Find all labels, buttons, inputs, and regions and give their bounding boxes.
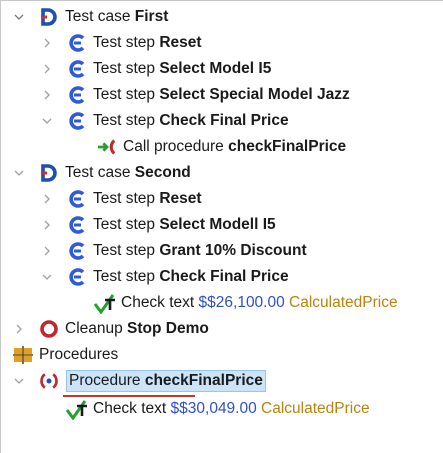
test-step-icon: [67, 111, 87, 131]
selected-tree-row-label[interactable]: Procedure checkFinalPrice: [66, 370, 266, 392]
chevron-down-icon[interactable]: [13, 11, 25, 23]
procedure-icon: [39, 371, 59, 391]
cleanup-icon: [39, 319, 59, 339]
test-step-icon: [67, 267, 87, 287]
test-step-icon: [67, 241, 87, 261]
tree-row-test-step-select-model-i5[interactable]: Test step Select Model I5: [1, 56, 443, 82]
tree-row-test-step-select-modell-i5[interactable]: Test step Select Modell I5: [1, 212, 443, 238]
resource-name: CalculatedPrice: [261, 400, 370, 417]
chevron-right-icon[interactable]: [13, 323, 25, 335]
resource-name: CalculatedPrice: [289, 294, 398, 311]
test-case-icon: [39, 7, 59, 27]
tree-row-label: Test step Select Modell I5: [93, 216, 276, 233]
chevron-right-icon[interactable]: [41, 219, 53, 231]
test-step-icon: [67, 85, 87, 105]
tree-row-test-case-first[interactable]: Test case First: [1, 4, 443, 30]
test-step-icon: [67, 59, 87, 79]
tree-row-label: Procedures: [39, 346, 119, 363]
tree-row-test-step-reset-2[interactable]: Test step Reset: [1, 186, 443, 212]
tree-row-label: Test step Grant 10% Discount: [93, 242, 307, 259]
test-case-icon: [39, 163, 59, 183]
tree-row-check-text[interactable]: Check text $$26,100.00 CalculatedPrice: [1, 290, 443, 316]
tree-row-label: Test step Check Final Price: [93, 112, 289, 129]
tree-row-label: Check text $$26,100.00 CalculatedPrice: [121, 294, 398, 311]
chevron-down-icon[interactable]: [13, 167, 25, 179]
check-text-icon: [65, 398, 89, 420]
tree-row-label: Test step Select Special Model Jazz: [93, 86, 350, 103]
chevron-right-icon[interactable]: [41, 37, 53, 49]
tree-row-test-step-select-special-model-jazz[interactable]: Test step Select Special Model Jazz: [1, 82, 443, 108]
tree-row-label: Test step Select Model I5: [93, 60, 272, 77]
tree-row-procedures[interactable]: Procedures: [1, 342, 443, 368]
check-text-icon: [93, 292, 117, 314]
tree-row-test-step-grant-discount[interactable]: Test step Grant 10% Discount: [1, 238, 443, 264]
test-step-icon: [67, 189, 87, 209]
chevron-down-icon[interactable]: [13, 375, 25, 387]
tree-row-label: Test step Reset: [93, 190, 202, 207]
tree-row-label: Test step Reset: [93, 34, 202, 51]
tree-row-label: Test case First: [65, 8, 169, 25]
tree-row-label: Call procedure checkFinalPrice: [123, 138, 347, 155]
tree-row-cleanup-stop-demo[interactable]: Cleanup Stop Demo: [1, 316, 443, 342]
tree-row-label: Test case Second: [65, 164, 191, 181]
chevron-right-icon[interactable]: [41, 63, 53, 75]
test-step-icon: [67, 215, 87, 235]
tree-row-call-procedure[interactable]: Call procedure checkFinalPrice: [1, 134, 443, 160]
chevron-down-icon[interactable]: [41, 115, 53, 127]
procedures-folder-icon: [13, 345, 33, 365]
tree-row-procedure-check-final-price[interactable]: Procedure checkFinalPrice: [1, 368, 443, 394]
variable-value: $$26,100.00: [198, 294, 285, 311]
tree-row-check-text-2[interactable]: Check text $$30,049.00 CalculatedPrice: [1, 396, 443, 422]
test-step-icon: [67, 33, 87, 53]
chevron-right-icon[interactable]: [41, 245, 53, 257]
call-procedure-icon: [97, 137, 117, 157]
chevron-right-icon[interactable]: [41, 89, 53, 101]
tree-row-test-step-check-final-price-2[interactable]: Test step Check Final Price: [1, 264, 443, 290]
chevron-down-icon[interactable]: [41, 271, 53, 283]
tree-row-label: Cleanup Stop Demo: [65, 320, 209, 337]
tree-row-label: Test step Check Final Price: [93, 268, 289, 285]
variable-value: $$30,049.00: [170, 400, 257, 417]
tree-row-label: Check text $$30,049.00 CalculatedPrice: [93, 400, 370, 417]
tree-row-test-step-check-final-price[interactable]: Test step Check Final Price: [1, 108, 443, 134]
test-suite-tree: Test case First Test step Reset Test ste…: [0, 0, 443, 453]
tree-row-test-case-second[interactable]: Test case Second: [1, 160, 443, 186]
tree-row-test-step-reset[interactable]: Test step Reset: [1, 30, 443, 56]
chevron-right-icon[interactable]: [41, 193, 53, 205]
